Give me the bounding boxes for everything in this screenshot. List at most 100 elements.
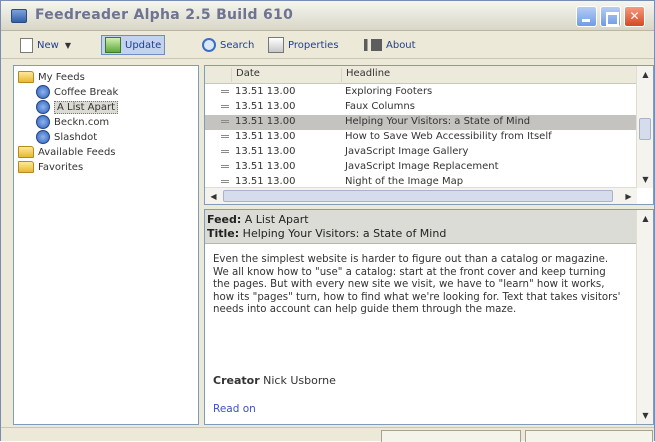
unread-icon [221,105,229,108]
scroll-thumb[interactable] [223,190,613,202]
scroll-down-icon[interactable]: ▼ [638,408,653,423]
title-value: Helping Your Visitors: a State of Mind [242,227,447,240]
tree-node-label: Favorites [38,161,84,173]
tree-node-available-feeds[interactable]: Available Feeds [18,145,116,159]
row-date: 13.51 13.00 [235,86,296,97]
feed-label: Feed: [207,213,242,226]
folder-icon [18,146,34,158]
status-panel [381,430,521,442]
feed-icon [36,100,50,114]
row-date: 13.51 13.00 [235,101,296,112]
row-headline: Night of the Image Map [345,176,464,187]
feed-icon [36,115,50,129]
row-headline: How to Save Web Accessibility from Itsel… [345,131,552,142]
close-button[interactable]: ✕ [624,6,645,27]
tree-node-label: A List Apart [54,100,119,114]
properties-button[interactable]: Properties [265,35,342,55]
row-headline: JavaScript Image Replacement [345,161,499,172]
tree-node-feed-selected[interactable]: A List Apart [36,100,119,114]
title-line: Title: Helping Your Visitors: a State of… [207,227,446,240]
feed-icon [36,85,50,99]
unread-icon [221,120,229,123]
about-label: About [386,39,416,51]
tree-node-label: Beckn.com [54,116,110,128]
maximize-button[interactable] [600,6,621,27]
scroll-right-icon[interactable]: ▶ [621,189,636,204]
unread-icon [221,180,229,183]
app-icon [11,9,27,23]
scroll-down-icon[interactable]: ▼ [638,172,653,187]
window-title: Feedreader Alpha 2.5 Build 610 [35,7,294,23]
table-row[interactable]: 13.51 13.00 JavaScript Image Replacement [205,160,637,175]
read-on-link[interactable]: Read on [213,403,256,415]
new-button[interactable]: New ▼ [17,35,74,55]
creator-label: Creator [213,374,260,387]
scroll-up-icon[interactable]: ▲ [638,211,653,226]
scroll-up-icon[interactable]: ▲ [638,67,653,82]
search-label: Search [220,39,255,51]
tree-node-label: Slashdot [54,131,98,143]
about-button[interactable]: About [361,35,419,55]
tree-node-feed[interactable]: Slashdot [36,130,97,144]
article-header: Feed: A List Apart Title: Helping Your V… [205,210,637,244]
row-headline: Faux Columns [345,101,415,112]
feed-value: A List Apart [244,213,309,226]
tree-node-my-feeds[interactable]: My Feeds [18,70,85,84]
creator-line: Creator Nick Usborne [213,374,336,387]
tree-node-label: My Feeds [38,71,85,83]
status-panel [525,430,653,442]
dropdown-arrow-icon[interactable]: ▼ [65,41,71,50]
table-row[interactable]: 13.51 13.00 How to Save Web Accessibilit… [205,130,637,145]
column-header-date[interactable]: Date [231,68,341,82]
minimize-button[interactable] [576,6,597,27]
headline-list[interactable]: Date Headline 13.51 13.00 Exploring Foot… [204,65,654,205]
row-date: 13.51 13.00 [235,131,296,142]
folder-icon [18,71,34,83]
feed-tree[interactable]: My Feeds Coffee Break A List Apart Beckn… [13,65,199,425]
article-body: Even the simplest website is harder to f… [213,254,621,316]
tree-node-label: Coffee Break [54,86,119,98]
search-button[interactable]: Search [199,35,257,55]
title-bar[interactable]: Feedreader Alpha 2.5 Build 610 ✕ [1,1,654,31]
unread-icon [221,165,229,168]
update-button[interactable]: Update [101,35,166,55]
row-headline: Helping Your Visitors: a State of Mind [345,116,531,127]
toolbar: New ▼ Update Search Properties About [1,31,654,59]
tree-node-feed[interactable]: Beckn.com [36,115,109,129]
table-row[interactable]: 13.51 13.00 Exploring Footers [205,85,637,100]
feed-icon [36,130,50,144]
tree-node-feed[interactable]: Coffee Break [36,85,118,99]
unread-icon [221,90,229,93]
article-preview: Feed: A List Apart Title: Helping Your V… [204,209,654,425]
new-document-icon [20,37,33,53]
tree-node-favorites[interactable]: Favorites [18,160,83,174]
minimize-icon [577,7,596,26]
row-date: 13.51 13.00 [235,176,296,187]
table-row[interactable]: 13.51 13.00 JavaScript Image Gallery [205,145,637,160]
row-date: 13.51 13.00 [235,116,296,127]
update-icon [105,37,121,53]
title-label: Title: [207,227,240,240]
about-icon [364,39,382,51]
list-horizontal-scrollbar[interactable]: ◀ ▶ [205,187,637,204]
properties-label: Properties [288,39,339,51]
status-bar [1,427,654,442]
search-icon [202,38,216,52]
row-headline: Exploring Footers [345,86,433,97]
unread-icon [221,150,229,153]
folder-icon [18,161,34,173]
preview-vertical-scrollbar[interactable]: ▲ ▼ [636,210,653,424]
app-window: Feedreader Alpha 2.5 Build 610 ✕ New ▼ U… [0,0,655,442]
feed-line: Feed: A List Apart [207,213,309,226]
tree-node-label: Available Feeds [38,146,116,158]
scroll-left-icon[interactable]: ◀ [206,189,221,204]
scroll-thumb[interactable] [639,118,651,140]
row-date: 13.51 13.00 [235,146,296,157]
column-header-headline[interactable]: Headline [341,68,637,82]
new-label: New [37,39,59,51]
list-vertical-scrollbar[interactable]: ▲ ▼ [636,66,653,188]
table-row[interactable]: 13.51 13.00 Faux Columns [205,100,637,115]
creator-value: Nick Usborne [263,374,336,387]
unread-icon [221,135,229,138]
table-row-selected[interactable]: 13.51 13.00 Helping Your Visitors: a Sta… [205,115,637,130]
